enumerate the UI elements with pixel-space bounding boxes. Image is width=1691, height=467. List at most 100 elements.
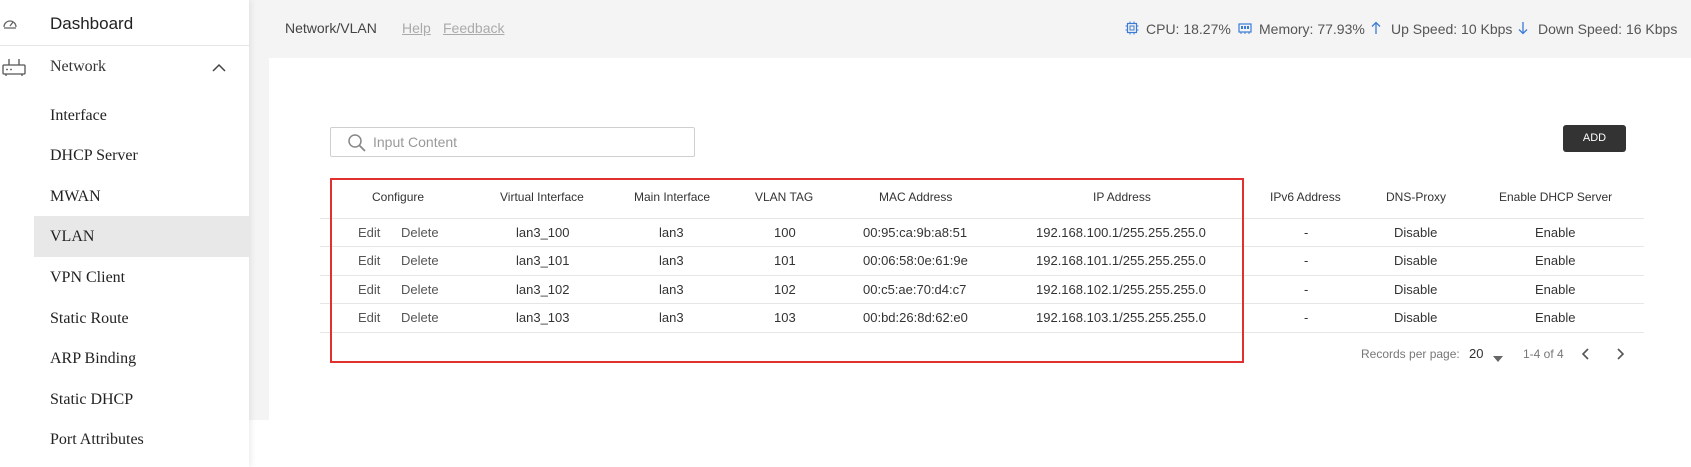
cell-main-interface: lan3 [659,282,684,297]
column-header-dns-proxy: DNS-Proxy [1386,190,1447,204]
caret-down-icon[interactable] [1492,350,1504,368]
cell-mac-address: 00:bd:26:8d:62:e0 [863,310,968,325]
sidebar-item-label: VPN Client [50,269,126,286]
cell-ip-address: 192.168.103.1/255.255.255.0 [1036,310,1206,325]
dashboard-gauge-icon [2,16,18,35]
cell-ip-address: 192.168.100.1/255.255.255.0 [1036,225,1206,240]
records-per-page-label: Records per page: [1361,347,1460,361]
column-header-main-interface: Main Interface [634,190,711,204]
delete-button[interactable]: Delete [401,225,439,240]
cell-enable-dhcp: Enable [1535,310,1576,325]
search-icon [348,134,366,152]
sidebar-item-dashboard[interactable]: Dashboard [0,0,249,46]
delete-button[interactable]: Delete [401,253,439,268]
page-range: 1-4 of 4 [1523,347,1564,361]
column-header-virtual-interface: Virtual Interface [500,190,584,204]
column-header-enable-dhcp-server: Enable DHCP Server [1499,190,1613,204]
memory-text: Memory: 77.93% [1259,21,1365,37]
sidebar-item-label: DHCP Server [50,147,138,164]
cell-vlan-tag: 103 [774,310,796,325]
chevron-left-icon[interactable] [1580,347,1592,366]
chevron-up-icon[interactable] [211,60,227,78]
column-header-configure: Configure [372,190,425,204]
cell-virtual-interface: lan3_100 [516,225,570,240]
top-bar: Network/VLAN Help Feedback CPU: 18.27% M… [249,0,1691,58]
sidebar-item-static-route[interactable]: Static Route [34,299,249,339]
sidebar-item-label: Static DHCP [50,391,134,408]
sidebar-item-vlan[interactable]: VLAN [34,216,249,257]
sidebar-item-label: Interface [50,107,107,124]
sidebar-item-label: Dashboard [50,14,134,33]
sidebar-item-interface[interactable]: Interface [34,96,249,136]
table-divider [320,303,1644,304]
table-divider [320,275,1644,276]
column-header-mac-address: MAC Address [879,190,953,204]
feedback-link[interactable]: Feedback [443,20,504,36]
breadcrumb: Network/VLAN [285,20,377,36]
cell-virtual-interface: lan3_101 [516,253,570,268]
cell-enable-dhcp: Enable [1535,253,1576,268]
cell-main-interface: lan3 [659,225,684,240]
table-divider [320,332,1644,333]
sidebar-item-dhcp-server[interactable]: DHCP Server [34,136,249,176]
cell-ipv6-address: - [1304,310,1309,325]
delete-button[interactable]: Delete [401,282,439,297]
table-divider [320,218,1644,219]
down-speed-status: Down Speed: 16 Kbps [1517,21,1682,39]
sidebar-item-vpn-client[interactable]: VPN Client [34,258,249,298]
cell-enable-dhcp: Enable [1535,282,1576,297]
cell-ip-address: 192.168.101.1/255.255.255.0 [1036,253,1206,268]
page-size-select[interactable]: 20 [1469,346,1483,361]
content-frame [249,58,269,420]
sidebar-item-static-dhcp[interactable]: Static DHCP [34,380,249,420]
column-header-vlan-tag: VLAN TAG [755,190,814,204]
router-icon [2,57,26,82]
cell-mac-address: 00:06:58:0e:61:9e [863,253,968,268]
help-link[interactable]: Help [402,20,431,36]
sidebar: Dashboard Network Interface DHCP Server … [0,0,249,467]
highlight-box [330,178,1244,363]
edit-button[interactable]: Edit [358,225,380,240]
down-speed-text: Down Speed: 16 Kbps [1538,21,1678,37]
arrow-up-icon [1371,21,1381,34]
edit-button[interactable]: Edit [358,310,380,325]
up-speed-text: Up Speed: 10 Kbps [1391,21,1513,37]
cell-vlan-tag: 100 [774,225,796,240]
cell-main-interface: lan3 [659,253,684,268]
cell-dns-proxy: Disable [1394,253,1438,268]
add-button[interactable]: ADD [1563,125,1626,152]
chevron-right-icon[interactable] [1614,347,1626,366]
cell-ipv6-address: - [1304,253,1309,268]
sidebar-item-mwan[interactable]: MWAN [34,177,249,217]
delete-button[interactable]: Delete [401,310,439,325]
cell-ip-address: 192.168.102.1/255.255.255.0 [1036,282,1206,297]
sidebar-group-label: Network [50,58,106,75]
sidebar-group-network[interactable]: Network [0,46,249,88]
cell-vlan-tag: 102 [774,282,796,297]
search-box[interactable] [330,127,695,157]
cell-ipv6-address: - [1304,225,1309,240]
sidebar-item-arp-binding[interactable]: ARP Binding [34,339,249,379]
cell-virtual-interface: lan3_103 [516,310,570,325]
cell-main-interface: lan3 [659,310,684,325]
edit-button[interactable]: Edit [358,253,380,268]
cpu-icon [1125,21,1139,35]
cell-enable-dhcp: Enable [1535,225,1576,240]
sidebar-item-label: ARP Binding [50,350,137,367]
column-header-ipv6-address: IPv6 Address [1270,190,1341,204]
sidebar-item-label: Port Attributes [50,431,144,448]
cell-dns-proxy: Disable [1394,282,1438,297]
arrow-down-icon [1518,22,1528,35]
cell-dns-proxy: Disable [1394,310,1438,325]
sidebar-item-label: Static Route [50,310,129,327]
sidebar-item-label: VLAN [50,228,95,245]
column-header-ip-address: IP Address [1093,190,1151,204]
cell-vlan-tag: 101 [774,253,796,268]
cell-mac-address: 00:95:ca:9b:a8:51 [863,225,968,240]
cell-ipv6-address: - [1304,282,1309,297]
search-input[interactable] [373,132,683,152]
edit-button[interactable]: Edit [358,282,380,297]
cell-dns-proxy: Disable [1394,225,1438,240]
sidebar-item-port-attributes[interactable]: Port Attributes [34,420,249,460]
memory-icon [1238,23,1252,34]
